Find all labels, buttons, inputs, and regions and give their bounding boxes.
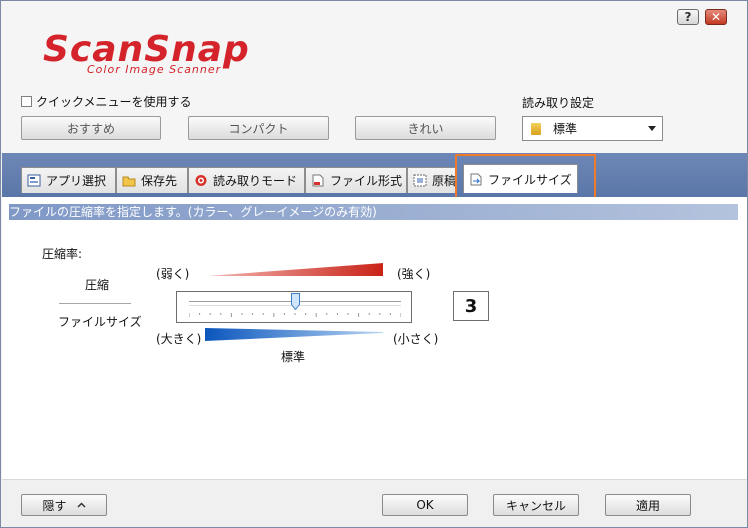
weak-label: (弱く) bbox=[156, 267, 190, 281]
tab-label: 保存先 bbox=[141, 174, 178, 188]
compression-slider[interactable] bbox=[176, 291, 412, 323]
app-select-icon bbox=[27, 174, 41, 187]
document-icon bbox=[413, 174, 427, 187]
filesize-scale-wedge bbox=[205, 328, 383, 341]
compression-scale-wedge bbox=[207, 263, 383, 276]
close-button[interactable]: ✕ bbox=[705, 9, 727, 25]
tab-label: ファイル形式 bbox=[330, 174, 403, 188]
read-settings-value: 標準 bbox=[553, 122, 578, 136]
read-settings-select[interactable]: 標準 bbox=[522, 116, 663, 141]
scansnap-settings-window: ? ✕ ScanSnap Color Image Scanner クイックメニュ… bbox=[0, 0, 748, 528]
scan-mode-icon bbox=[195, 175, 207, 186]
filesize-row-label: ファイルサイズ bbox=[58, 315, 142, 329]
chevron-up-icon bbox=[76, 502, 86, 508]
dropdown-arrow-icon bbox=[648, 126, 656, 131]
standard-label: 標準 bbox=[281, 350, 306, 364]
folder-icon bbox=[122, 176, 136, 187]
footer-separator bbox=[2, 479, 747, 480]
tab-label: 原稿 bbox=[432, 174, 457, 188]
small-label: (小さく) bbox=[393, 332, 439, 346]
tab-file-format[interactable]: ファイル形式 bbox=[305, 167, 407, 193]
row-divider bbox=[59, 303, 131, 304]
apply-button[interactable]: 適用 bbox=[605, 494, 691, 516]
tab-label: アプリ選択 bbox=[46, 174, 107, 188]
hide-button[interactable]: 隠す bbox=[21, 494, 107, 516]
hide-button-label: 隠す bbox=[42, 498, 67, 513]
tab-save-location[interactable]: 保存先 bbox=[116, 167, 188, 193]
read-settings-label: 読み取り設定 bbox=[522, 96, 595, 110]
help-button[interactable]: ? bbox=[677, 9, 699, 25]
preset-compact-button[interactable]: コンパクト bbox=[188, 116, 329, 140]
tab-scan-mode[interactable]: 読み取りモード bbox=[188, 167, 305, 193]
panel-description: ファイルの圧縮率を指定します。(カラー、グレーイメージのみ有効) bbox=[9, 204, 738, 220]
slider-thumb[interactable] bbox=[290, 293, 300, 310]
slider-ticks bbox=[189, 313, 401, 317]
cancel-button[interactable]: キャンセル bbox=[493, 494, 579, 516]
logo-tagline-text: Color Image Scanner bbox=[87, 63, 222, 76]
scansnap-logo: ScanSnap Color Image Scanner bbox=[43, 31, 249, 76]
quick-menu-option[interactable]: クイックメニューを使用する bbox=[21, 93, 192, 110]
compression-value: 3 bbox=[453, 291, 489, 321]
preset-recommended-button[interactable]: おすすめ bbox=[21, 116, 161, 140]
file-format-icon bbox=[312, 174, 324, 187]
preset-clean-button[interactable]: きれい bbox=[355, 116, 496, 140]
ok-button[interactable]: OK bbox=[382, 494, 468, 516]
strong-label: (強く) bbox=[397, 267, 431, 281]
active-tab-highlight bbox=[455, 154, 596, 200]
quick-menu-checkbox[interactable] bbox=[21, 96, 32, 107]
quick-menu-label: クイックメニューを使用する bbox=[36, 95, 192, 109]
compression-row-label: 圧縮 bbox=[85, 278, 110, 292]
tab-label: 読み取りモード bbox=[213, 174, 298, 188]
tab-document[interactable]: 原稿 bbox=[407, 167, 457, 193]
compression-label: 圧縮率: bbox=[42, 247, 83, 261]
tab-app-select[interactable]: アプリ選択 bbox=[21, 167, 116, 193]
large-label: (大きく) bbox=[156, 332, 202, 346]
folder-icon bbox=[531, 122, 541, 135]
